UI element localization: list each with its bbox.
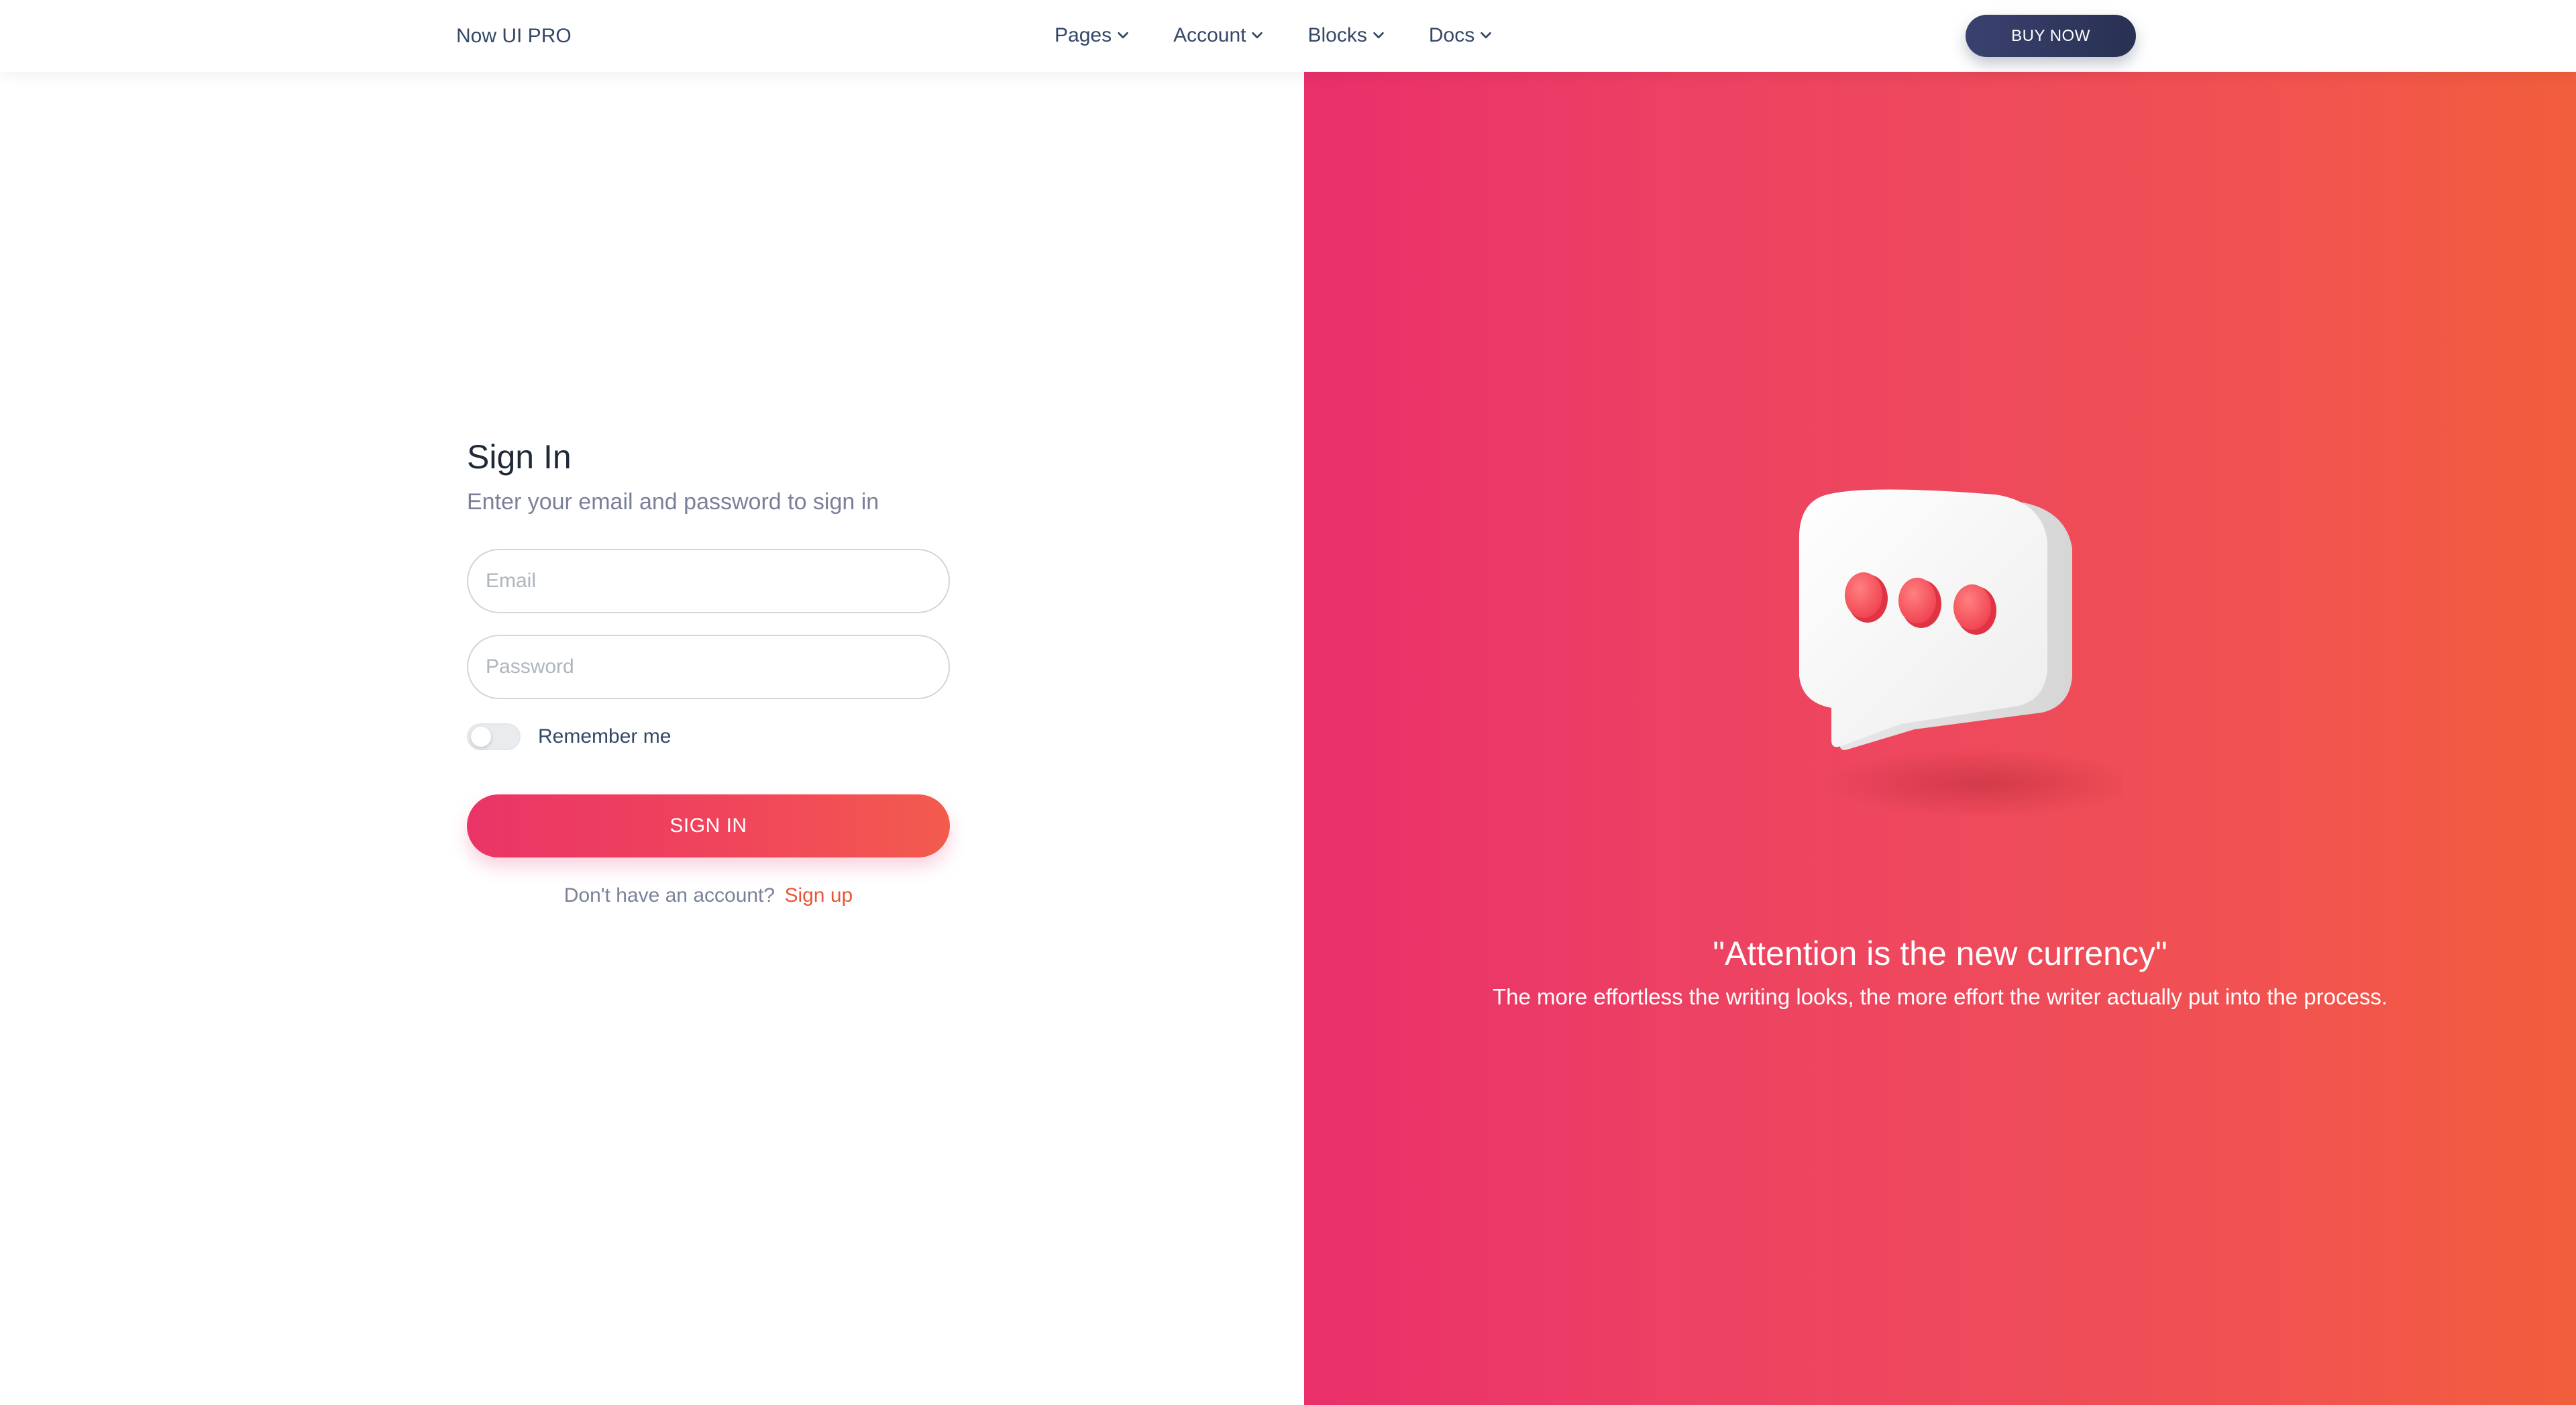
nav-item-label: Blocks: [1307, 24, 1367, 46]
signin-form: Sign In Enter your email and password to…: [467, 436, 950, 907]
nav-item-label: Account: [1173, 24, 1246, 46]
signin-title: Sign In: [467, 438, 572, 476]
password-field[interactable]: [467, 635, 950, 699]
email-field[interactable]: [467, 549, 950, 613]
remember-me-toggle[interactable]: [467, 723, 521, 750]
signin-subtitle: Enter your email and password to sign in: [467, 489, 879, 515]
buy-now-button[interactable]: BUY NOW: [1966, 15, 2136, 57]
nav-item-label: Pages: [1055, 24, 1112, 46]
sign-in-button[interactable]: SIGN IN: [467, 794, 950, 857]
main-nav: Pages Account Blocks Docs: [1055, 23, 1536, 48]
chevron-down-icon: [1373, 32, 1384, 39]
brand-link[interactable]: Now UI PRO: [456, 24, 572, 48]
quote-title: "Attention is the new currency": [1713, 935, 2167, 972]
nav-item-pages[interactable]: Pages: [1055, 23, 1130, 48]
chevron-down-icon: [1481, 32, 1491, 39]
quote-text: The more effortless the writing looks, t…: [1492, 984, 2388, 1009]
remember-me-label[interactable]: Remember me: [538, 725, 671, 748]
navbar: Now UI PRO Pages Account Blocks Docs BUY…: [0, 0, 2576, 72]
chevron-down-icon: [1252, 32, 1263, 39]
chevron-down-icon: [1118, 32, 1128, 39]
chat-bubble-illustration: [1760, 474, 2143, 837]
chat-bubble-icon: [1799, 489, 2143, 817]
signup-prompt: Don't have an account?: [564, 884, 775, 906]
nav-item-blocks[interactable]: Blocks: [1307, 23, 1385, 48]
nav-item-docs[interactable]: Docs: [1429, 23, 1493, 48]
signup-prompt-row: Don't have an account? Sign up: [467, 884, 950, 907]
remember-me-row: Remember me: [467, 723, 950, 750]
nav-item-account[interactable]: Account: [1173, 23, 1265, 48]
hero-panel: "Attention is the new currency" The more…: [1304, 72, 2576, 1405]
toggle-knob: [471, 727, 491, 747]
nav-item-label: Docs: [1428, 24, 1475, 46]
signup-link[interactable]: Sign up: [784, 884, 853, 906]
